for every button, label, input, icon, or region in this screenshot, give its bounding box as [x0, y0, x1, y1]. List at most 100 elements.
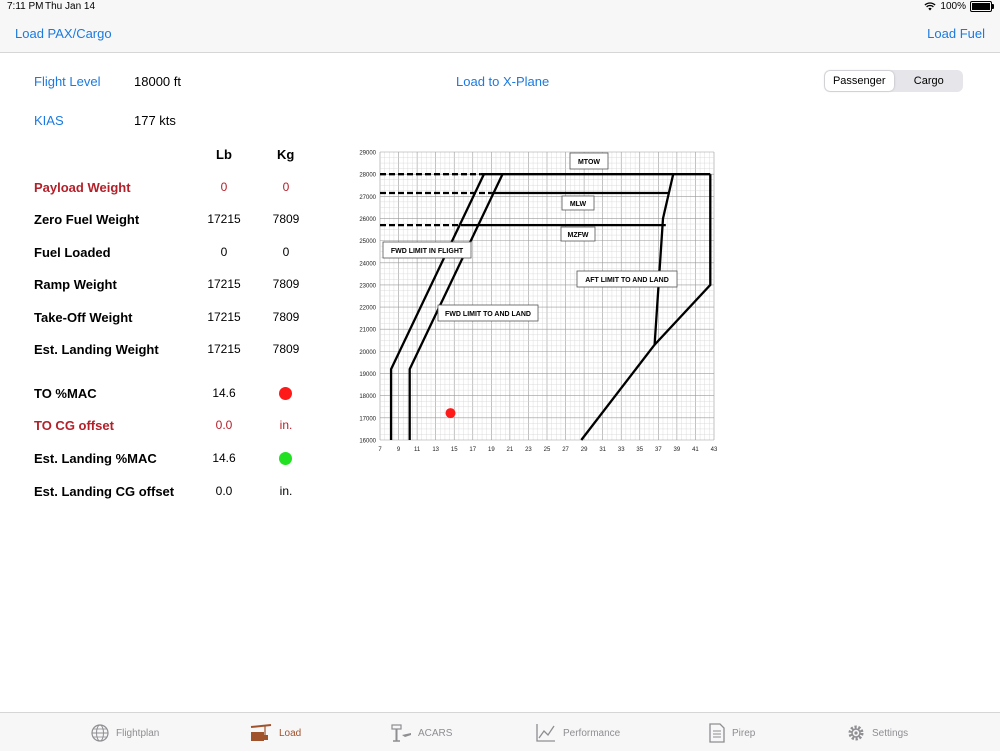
- tab-settings[interactable]: Settings: [846, 723, 908, 743]
- payload-weight-lb: 0: [220, 180, 228, 194]
- status-date: Thu Jan 14: [45, 1, 96, 12]
- load-to-xplane-button[interactable]: Load to X-Plane: [456, 74, 549, 89]
- x-tick-label: 37: [655, 447, 662, 453]
- load-pax-cargo-button[interactable]: Load PAX/Cargo: [15, 26, 112, 41]
- takeoff-weight-kg: 7809: [272, 310, 300, 324]
- tab-pirep[interactable]: Pirep: [708, 723, 755, 743]
- to-mac-label: TO %MAC: [34, 386, 97, 401]
- x-tick-label: 25: [544, 447, 551, 453]
- x-tick-label: 27: [562, 447, 569, 453]
- status-time: 7:11 PM: [7, 1, 44, 12]
- cg-envelope-chart: 16000 17000 18000 19000 20000 21000 22000 23000…: [359, 151, 718, 454]
- fuel-loaded-kg: 0: [282, 245, 290, 259]
- to-mac-status-indicator: [279, 387, 292, 400]
- tab-bar: Flightplan Load ACARS Performance Pirep …: [0, 712, 1000, 751]
- x-tick-label: 17: [469, 447, 476, 453]
- x-tick-label: 11: [414, 447, 421, 453]
- x-tick-label: 41: [692, 447, 699, 453]
- y-tick-label: 18000: [359, 394, 376, 400]
- chart-label-mlw: MLW: [561, 195, 595, 211]
- tab-performance-label: Performance: [563, 727, 621, 739]
- gear-icon: [848, 725, 864, 741]
- flight-level-value: 18000 ft: [134, 74, 181, 89]
- battery-icon: [970, 1, 994, 12]
- load-type-segmented-control: Passenger Cargo: [824, 70, 963, 92]
- tab-load-label: Load: [279, 727, 302, 739]
- tower-icon: [391, 724, 411, 742]
- current-cg-point: [445, 408, 456, 419]
- cargo-icon: [250, 724, 272, 741]
- flight-level-label[interactable]: Flight Level: [34, 74, 100, 89]
- tab-acars[interactable]: ACARS: [390, 723, 452, 743]
- fuel-loaded-label: Fuel Loaded: [34, 245, 111, 260]
- zero-fuel-weight-label: Zero Fuel Weight: [34, 212, 140, 227]
- est-landing-mac-status-indicator: [279, 452, 292, 465]
- y-tick-label: 28000: [359, 173, 376, 179]
- x-tick-label: 29: [581, 447, 588, 453]
- y-tick-label: 24000: [359, 261, 376, 267]
- x-tick-label: 43: [711, 447, 718, 453]
- svg-text:FWD LIMIT IN FLIGHT: FWD LIMIT IN FLIGHT: [391, 248, 464, 255]
- est-landing-cg-offset-label: Est. Landing CG offset: [34, 484, 175, 499]
- y-tick-label: 17000: [359, 416, 376, 422]
- to-cg-offset-label[interactable]: TO CG offset: [34, 418, 114, 433]
- est-landing-weight-lb: 17215: [207, 342, 241, 356]
- battery-percent: 100%: [940, 1, 966, 12]
- y-tick-label: 25000: [359, 239, 376, 245]
- zero-fuel-weight-kg: 7809: [272, 212, 300, 226]
- chart-label-aft-limit-to-and-land: AFT LIMIT TO AND LAND: [576, 270, 678, 288]
- x-tick-label: 23: [525, 447, 532, 453]
- tab-flightplan-label: Flightplan: [116, 727, 160, 739]
- document-icon: [709, 723, 725, 743]
- chart-label-fwd-limit-in-flight: FWD LIMIT IN FLIGHT: [382, 241, 472, 259]
- takeoff-weight-lb: 17215: [207, 310, 241, 324]
- svg-text:AFT LIMIT TO AND LAND: AFT LIMIT TO AND LAND: [585, 277, 669, 284]
- x-tick-label: 13: [432, 447, 439, 453]
- est-landing-mac-value: 14.6: [212, 451, 236, 465]
- est-landing-cg-offset-unit: in.: [279, 484, 293, 498]
- svg-text:MTOW: MTOW: [578, 159, 600, 166]
- ramp-weight-kg: 7809: [272, 277, 300, 291]
- y-tick-label: 23000: [359, 283, 376, 289]
- y-tick-label: 29000: [359, 151, 376, 157]
- globe-icon: [91, 724, 109, 742]
- segment-cargo[interactable]: Cargo: [895, 70, 964, 92]
- segment-passenger[interactable]: Passenger: [825, 71, 894, 91]
- load-fuel-button[interactable]: Load Fuel: [927, 26, 985, 41]
- x-tick-label: 35: [636, 447, 643, 453]
- chart-label-fwd-limit-to-and-land: FWD LIMIT TO AND LAND: [437, 304, 539, 322]
- y-tick-label: 22000: [359, 306, 376, 312]
- performance-icon: [536, 724, 555, 742]
- y-tick-label: 26000: [359, 217, 376, 223]
- kias-label[interactable]: KIAS: [34, 113, 64, 128]
- status-right: 100%: [924, 1, 994, 12]
- to-cg-offset-unit: in.: [279, 418, 293, 432]
- x-tick-label: 39: [674, 447, 681, 453]
- payload-weight-kg: 0: [282, 180, 290, 194]
- wifi-icon: [924, 2, 936, 11]
- x-tick-label: 21: [507, 447, 514, 453]
- column-header-kg: Kg: [277, 147, 295, 162]
- est-landing-cg-offset-value: 0.0: [215, 484, 233, 498]
- chart-grid: [379, 151, 715, 441]
- kias-value: 177 kts: [134, 113, 176, 128]
- takeoff-weight-label: Take-Off Weight: [34, 310, 133, 325]
- to-cg-offset-value: 0.0: [215, 418, 233, 432]
- to-mac-value: 14.6: [212, 386, 236, 400]
- x-tick-label: 33: [618, 447, 625, 453]
- tab-load[interactable]: Load: [249, 723, 301, 743]
- tab-performance[interactable]: Performance: [535, 723, 620, 743]
- x-tick-label: 31: [599, 447, 606, 453]
- svg-text:MZFW: MZFW: [568, 232, 589, 239]
- tab-flightplan[interactable]: Flightplan: [90, 723, 159, 743]
- x-axis-tick-labels: 7 9 11 13 15 17 19 21 23 25 27 29 31 33 35 37 39 41 43: [378, 447, 718, 453]
- svg-text:FWD LIMIT TO AND LAND: FWD LIMIT TO AND LAND: [445, 311, 531, 318]
- est-landing-mac-label: Est. Landing %MAC: [34, 451, 157, 466]
- chart-label-mzfw: MZFW: [560, 226, 596, 242]
- ramp-weight-label: Ramp Weight: [34, 277, 117, 292]
- est-landing-weight-kg: 7809: [272, 342, 300, 356]
- zero-fuel-weight-lb: 17215: [207, 212, 241, 226]
- svg-text:MLW: MLW: [570, 201, 587, 208]
- x-tick-label: 15: [451, 447, 458, 453]
- y-tick-label: 20000: [359, 350, 376, 356]
